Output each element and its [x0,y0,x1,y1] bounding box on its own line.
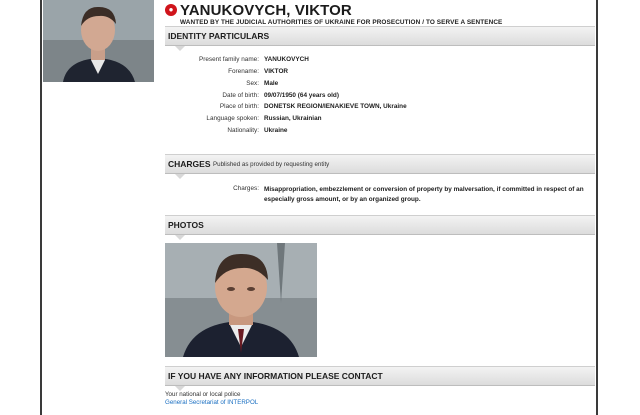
top-portrait-photo [43,0,154,82]
section-title: CHARGES [168,159,211,169]
contact-section-header: IF YOU HAVE ANY INFORMATION PLEASE CONTA… [165,366,595,391]
value-nationality: Ukraine [264,127,288,134]
value-date-of-birth: 09/07/1950 (64 years old) [264,92,339,99]
section-title: PHOTOS [168,220,204,230]
charges-subtitle: Published as provided by requesting enti… [213,161,330,168]
caret-down-icon [175,46,185,51]
label-nationality: Nationality: [227,127,259,134]
caret-down-icon [175,174,185,179]
label-date-of-birth: Date of birth: [222,92,259,99]
wanted-person-name: YANUKOVYCH, VIKTOR [180,2,352,19]
contact-local-police: Your national or local police [165,391,241,398]
value-charges: Misappropriation, embezzlement or conver… [264,186,584,203]
value-forename: VIKTOR [264,68,289,75]
value-language: Russian, Ukrainian [264,115,322,122]
photos-section-header: PHOTOS [165,215,595,240]
label-sex: Sex: [246,80,259,87]
value-sex: Male [264,80,279,87]
label-place-of-birth: Place of birth: [219,103,259,110]
section-title: IF YOU HAVE ANY INFORMATION PLEASE CONTA… [168,371,383,381]
portrait-photo[interactable] [165,243,317,357]
identity-section-header: IDENTITY PARTICULARS [165,26,595,51]
caret-down-icon [175,235,185,240]
label-forename: Forename: [228,68,259,75]
value-family-name: YANUKOVYCH [264,56,309,63]
label-charges: Charges: [233,185,259,192]
wanted-description: WANTED BY THE JUDICIAL AUTHORITIES OF UK… [180,19,503,26]
charges-section-header: CHARGES Published as provided by request… [165,154,595,179]
red-notice-icon: ● [165,4,177,16]
label-family-name: Present family name: [198,56,259,63]
contact-interpol-link[interactable]: General Secretariat of INTERPOL [165,399,258,406]
value-place-of-birth: DONETSK REGION/IENAKIEVE TOWN, Ukraine [264,103,407,110]
section-title: IDENTITY PARTICULARS [168,31,270,41]
label-language: Language spoken: [206,115,259,122]
